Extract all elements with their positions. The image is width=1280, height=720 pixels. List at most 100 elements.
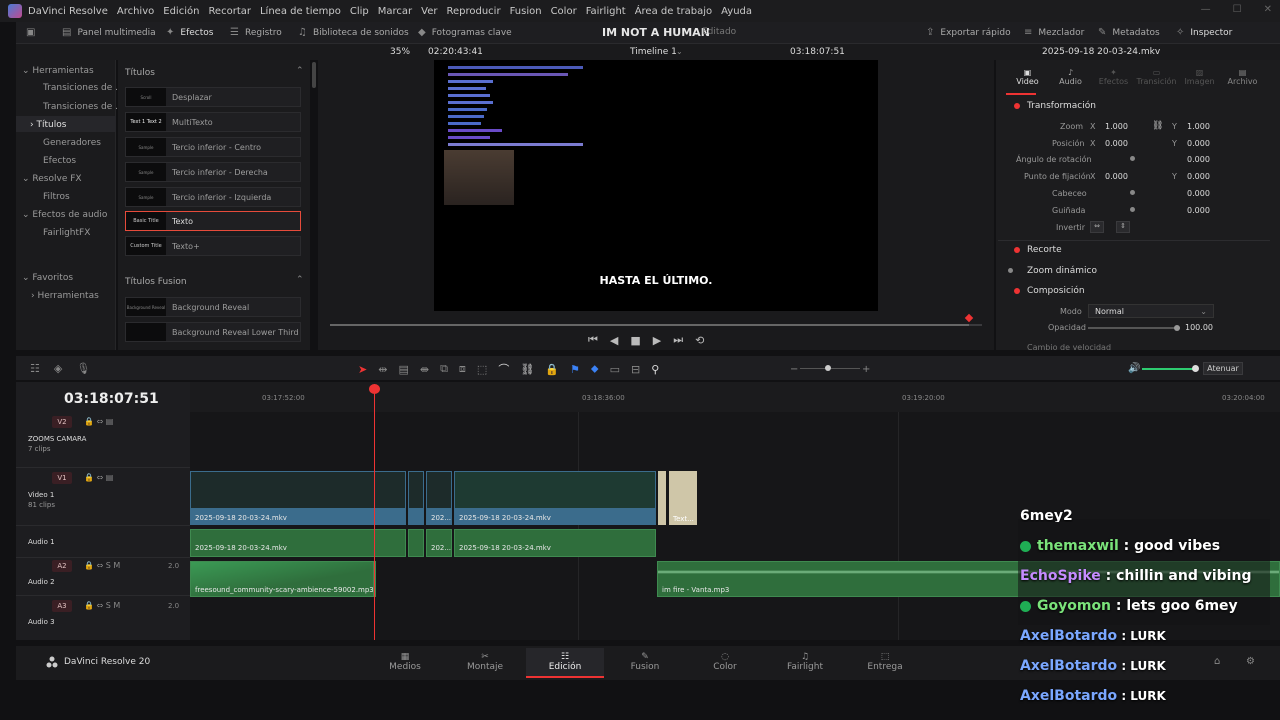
linked-selection-icon[interactable]: ⛓: [520, 363, 534, 376]
crop-enabled-dot[interactable]: [1014, 247, 1020, 253]
blade-tool-icon[interactable]: ▤: [398, 363, 408, 376]
track-a1-header[interactable]: Audio 1: [16, 528, 190, 558]
master-volume-knob[interactable]: [1192, 365, 1199, 372]
timeline-ruler[interactable]: [190, 382, 1280, 412]
anchor-y-value[interactable]: 0.000: [1187, 172, 1210, 181]
title-tile-texto-plus[interactable]: Custom Title Texto+: [125, 236, 301, 256]
timeline-options-icon[interactable]: ☷: [30, 362, 40, 375]
dynamic-zoom-header[interactable]: Zoom dinámico: [1027, 266, 1097, 276]
menu-color[interactable]: Color: [551, 6, 577, 17]
playhead-handle-icon[interactable]: [369, 384, 380, 394]
minimize-icon[interactable]: —: [1201, 4, 1211, 15]
category-toggle-herramientas[interactable]: ⌄ Herramientas: [22, 66, 94, 76]
zoom-y-value[interactable]: 1.000: [1187, 122, 1210, 131]
menu-linea-de-tiempo[interactable]: Línea de tiempo: [260, 6, 341, 17]
title-tile-desplazar[interactable]: Scroll Desplazar: [125, 87, 301, 107]
flip-horizontal-icon[interactable]: ⇔: [1090, 221, 1104, 233]
video-clip[interactable]: 2025-09-18 20-03-24.mkv: [454, 471, 656, 525]
effects-scrollbar[interactable]: [312, 62, 316, 88]
zoom-in-icon[interactable]: +: [862, 364, 870, 375]
tab-audio[interactable]: ♪ Audio: [1049, 68, 1092, 86]
dynamic-zoom-dot[interactable]: [1008, 268, 1013, 273]
track-controls[interactable]: 🔒 ⇔ S M: [84, 601, 120, 610]
audio-clip[interactable]: [408, 529, 424, 557]
media-pool-button[interactable]: ▤ Panel multimedia: [62, 27, 156, 38]
insert-clip-icon[interactable]: ⧉: [440, 362, 448, 376]
zoom-x-value[interactable]: 1.000: [1105, 122, 1128, 131]
composite-enabled-dot[interactable]: [1014, 288, 1020, 294]
audio-clip[interactable]: 202...: [426, 529, 452, 557]
collapse-icon[interactable]: ⌃: [296, 66, 304, 76]
effects-button[interactable]: ✦ Efectos: [166, 27, 213, 38]
title-tile-texto[interactable]: Basic Title Texto: [125, 211, 301, 231]
title-tile-tercio-izquierda[interactable]: Sample Tercio inferior - Izquierda: [125, 187, 301, 207]
menu-reproducir[interactable]: Reproducir: [446, 6, 500, 17]
title-clip[interactable]: [658, 471, 666, 525]
play-icon[interactable]: ▶: [653, 334, 661, 347]
menu-fairlight[interactable]: Fairlight: [586, 6, 626, 17]
marker-view-icon[interactable]: ◈: [54, 362, 62, 375]
marker-icon[interactable]: ⬥: [591, 362, 599, 376]
track-tag[interactable]: V1: [52, 472, 72, 484]
category-resolve-fx[interactable]: ⌄ Resolve FX: [22, 174, 82, 184]
volume-icon[interactable]: 🔊: [1128, 363, 1140, 374]
stop-icon[interactable]: ■: [630, 334, 640, 347]
track-lock-icon[interactable]: 🔒 ⇔ ▤: [84, 417, 113, 426]
voiceover-icon[interactable]: 🎙: [76, 362, 90, 375]
yaw-slider[interactable]: [1130, 207, 1135, 212]
viewer-scrub-bar[interactable]: [330, 324, 982, 326]
category-transiciones-video[interactable]: Transiciones de ...: [43, 83, 124, 93]
index-button[interactable]: ☰ Registro: [230, 27, 282, 38]
page-entrega[interactable]: ⬚ Entrega: [855, 652, 915, 672]
collapse-fusion-icon[interactable]: ⌃: [296, 275, 304, 285]
transform-header[interactable]: Transformación: [1027, 101, 1096, 111]
title-tile-tercio-centro[interactable]: Sample Tercio inferior - Centro: [125, 137, 301, 157]
opacity-slider-knob[interactable]: [1174, 325, 1180, 331]
overwrite-clip-icon[interactable]: ⧈: [459, 362, 466, 376]
menu-fusion[interactable]: Fusion: [510, 6, 542, 17]
category-favoritos[interactable]: ⌄ Favoritos: [22, 273, 73, 283]
flag-icon[interactable]: ⚑: [570, 363, 580, 376]
audio-clip[interactable]: freesound_community-scary-ambience-59002…: [190, 561, 374, 597]
transform-enabled-dot[interactable]: [1014, 103, 1020, 109]
category-generadores[interactable]: Generadores: [43, 138, 101, 148]
category-transiciones-audio[interactable]: Transiciones de ...: [43, 102, 124, 112]
lock-icon[interactable]: 🔒: [545, 363, 559, 376]
menu-marcar[interactable]: Marcar: [378, 6, 412, 17]
category-efectos[interactable]: Efectos: [43, 156, 76, 166]
composite-mode-select[interactable]: Normal ⌄: [1088, 304, 1214, 318]
page-color[interactable]: ◌ Color: [695, 652, 755, 672]
menu-edicion[interactable]: Edición: [163, 6, 199, 17]
tab-transicion[interactable]: ▭ Transición: [1135, 68, 1178, 86]
video-frame[interactable]: HASTA EL ÚLTIMO.: [434, 60, 878, 311]
track-lock-icon[interactable]: 🔒 ⇔ ▤: [84, 473, 113, 482]
pitch-value[interactable]: 0.000: [1187, 189, 1210, 198]
keyframes-button[interactable]: ◆ Fotogramas clave: [418, 27, 512, 38]
pos-x-value[interactable]: 0.000: [1105, 139, 1128, 148]
track-v1-header[interactable]: V1 🔒 ⇔ ▤ Video 1 81 clips: [16, 470, 190, 526]
menu-ver[interactable]: Ver: [421, 6, 437, 17]
category-fairlightfx[interactable]: FairlightFX: [43, 228, 90, 238]
category-titulos[interactable]: › Títulos: [30, 120, 66, 130]
flip-vertical-icon[interactable]: ⇕: [1116, 221, 1130, 233]
timeline-selector[interactable]: Timeline 1: [630, 47, 677, 57]
video-clip[interactable]: [408, 471, 424, 525]
menu-ayuda[interactable]: Ayuda: [721, 6, 752, 17]
category-filtros[interactable]: Filtros: [43, 192, 70, 202]
pos-y-value[interactable]: 0.000: [1187, 139, 1210, 148]
tab-video[interactable]: ▣ Video: [1006, 68, 1049, 86]
timeline-zoom-knob[interactable]: [825, 365, 831, 371]
track-v2-header[interactable]: V2 🔒 ⇔ ▤ ZOOMS CAMARA 7 clips: [16, 416, 190, 468]
dynamic-trim-icon[interactable]: ⇼: [420, 363, 429, 376]
master-volume-slider[interactable]: [1142, 368, 1196, 370]
anchor-x-value[interactable]: 0.000: [1105, 172, 1128, 181]
tab-efectos[interactable]: ✦ Efectos: [1092, 68, 1135, 86]
zoom-custom-icon[interactable]: ⚲: [651, 363, 659, 376]
category-efectos-audio[interactable]: ⌄ Efectos de audio: [22, 210, 107, 220]
layout-toggle-icon[interactable]: ▣: [26, 27, 41, 38]
sound-library-button[interactable]: ♫ Biblioteca de sonidos: [298, 27, 409, 38]
tab-imagen[interactable]: ▨ Imagen: [1178, 68, 1221, 86]
zoom-full-icon[interactable]: ▭: [610, 363, 620, 376]
go-to-start-icon[interactable]: ⏮: [588, 333, 598, 347]
loop-icon[interactable]: ⟲: [695, 334, 704, 347]
